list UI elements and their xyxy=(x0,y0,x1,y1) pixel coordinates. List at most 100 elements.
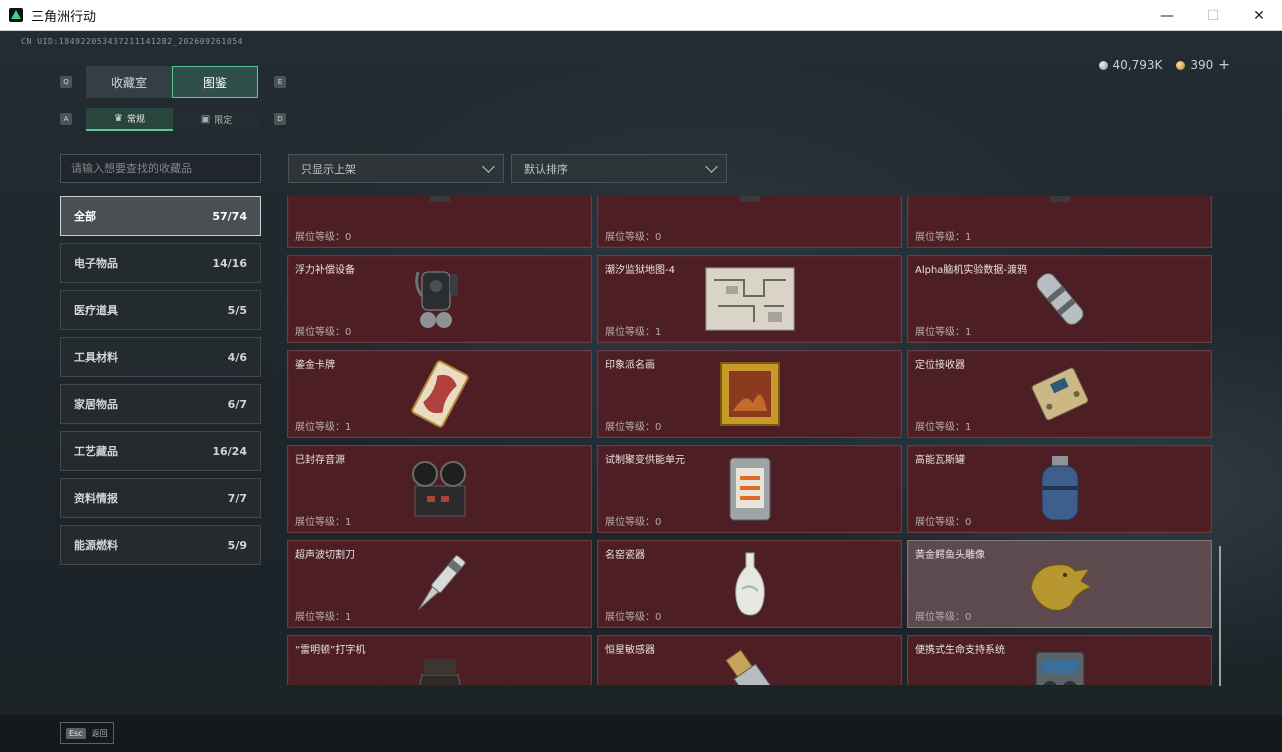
collection-card[interactable]: 定位接收器 展位等级：1 xyxy=(907,350,1212,438)
card-item-name: Alpha脑机实验数据-渡鸦 xyxy=(915,265,1028,276)
add-currency-button[interactable]: + xyxy=(1218,57,1230,73)
partial-item-icon xyxy=(1014,196,1106,239)
category-list: 全部 57/74 电子物品 14/16 医疗道具 5/5 工具材料 4/6 家居物品 6/7 工艺藏… xyxy=(60,196,261,572)
card-display-level: 展位等级：0 xyxy=(605,517,662,528)
silver-currency: 40,793K xyxy=(1098,58,1162,72)
maximize-button[interactable]: ☐ xyxy=(1190,0,1236,31)
collection-card[interactable]: 试制聚变供能单元 展位等级：0 xyxy=(597,445,902,533)
category-item[interactable]: 家居物品 6/7 xyxy=(60,384,261,424)
card-display-level: 展位等级：0 xyxy=(915,612,972,623)
category-item[interactable]: 电子物品 14/16 xyxy=(60,243,261,283)
card-item-name: 潮汐监狱地图-4 xyxy=(605,265,675,276)
category-label: 全部 xyxy=(74,210,96,223)
card-item-name: 名窑瓷器 xyxy=(605,550,645,561)
collection-card[interactable]: 超声波切割刀 展位等级：1 xyxy=(287,540,592,628)
card-item-name: 恒星敏感器 xyxy=(605,645,655,656)
card-display-level: 展位等级：1 xyxy=(295,422,352,433)
category-item[interactable]: 工艺藏品 16/24 xyxy=(60,431,261,471)
reel-projector-icon xyxy=(394,454,486,524)
subtab-normal[interactable]: ♛ 常规 xyxy=(86,108,173,131)
category-label: 家居物品 xyxy=(74,398,118,411)
card-display-level: 展位等级：0 xyxy=(915,517,972,528)
collection-card[interactable]: 展位等级：0 xyxy=(597,196,902,248)
card-item-name: 黄金鳄鱼头雕像 xyxy=(915,550,985,561)
collection-grid-viewport: 展位等级：0 展位等级：0 展位等级：1 浮力补偿设备 展位等级：0 潮汐监狱地图-4 展位… xyxy=(287,196,1215,685)
grid-scrollbar[interactable] xyxy=(1219,546,1221,686)
tab-collection-room[interactable]: 收藏室 xyxy=(86,66,172,98)
card-item-name: “雷明顿”打字机 xyxy=(295,645,366,656)
collection-card[interactable]: 潮汐监狱地图-4 展位等级：1 xyxy=(597,255,902,343)
category-item[interactable]: 医疗道具 5/5 xyxy=(60,290,261,330)
category-label: 工艺藏品 xyxy=(74,445,118,458)
collection-card[interactable]: 高能瓦斯罐 展位等级：0 xyxy=(907,445,1212,533)
category-label: 电子物品 xyxy=(74,257,118,270)
collection-card[interactable]: 浮力补偿设备 展位等级：0 xyxy=(287,255,592,343)
card-item-name: 已封存音源 xyxy=(295,455,345,466)
collection-card[interactable]: 黄金鳄鱼头雕像 展位等级：0 xyxy=(907,540,1212,628)
collection-card[interactable]: 名窑瓷器 展位等级：0 xyxy=(597,540,902,628)
card-item-name: 鎏金卡牌 xyxy=(295,360,335,371)
partial-item-icon xyxy=(704,196,796,239)
key-e-hint: E xyxy=(274,76,286,88)
collection-card[interactable]: 鎏金卡牌展位等级：1 xyxy=(287,350,592,438)
back-button[interactable]: Esc 返回 xyxy=(60,722,114,744)
category-item[interactable]: 资料情报 7/7 xyxy=(60,478,261,518)
collection-card[interactable]: 恒星敏感器展位等级：0 xyxy=(597,635,902,685)
app-logo-icon xyxy=(9,8,23,22)
card-item-name: 便携式生命支持系统 xyxy=(915,645,1005,656)
esc-key-hint: Esc xyxy=(66,727,86,739)
data-canister-icon xyxy=(1014,264,1106,334)
footer-bar: Esc 返回 xyxy=(0,715,1282,752)
category-count: 6/7 xyxy=(227,397,247,411)
currency-bar: 40,793K 390 + xyxy=(1098,57,1230,73)
collection-grid: 展位等级：0 展位等级：0 展位等级：1 浮力补偿设备 展位等级：0 潮汐监狱地图-4 展位… xyxy=(287,196,1212,685)
collection-card[interactable]: 展位等级：1 xyxy=(907,196,1212,248)
card-display-level: 展位等级：0 xyxy=(295,327,352,338)
buoyancy-device-icon xyxy=(394,264,486,334)
collection-card[interactable]: 印象派名画 展位等级：0 xyxy=(597,350,902,438)
gas-tank-icon xyxy=(1014,454,1106,524)
chevron-down-icon xyxy=(705,159,718,173)
category-count: 5/5 xyxy=(227,303,247,317)
life-support-icon xyxy=(1014,644,1106,685)
receiver-icon xyxy=(1014,359,1106,429)
collection-card[interactable]: “雷明顿”打字机展位等级：0 xyxy=(287,635,592,685)
card-display-level: 展位等级：0 xyxy=(295,232,352,243)
category-item[interactable]: 能源燃料 5/9 xyxy=(60,525,261,565)
collection-card[interactable]: 已封存音源 展位等级：1 xyxy=(287,445,592,533)
shelf-filter-dropdown[interactable]: 只显示上架 xyxy=(288,154,504,183)
star-sensor-icon xyxy=(704,644,796,685)
category-label: 能源燃料 xyxy=(74,539,118,552)
collection-card[interactable]: 展位等级：0 xyxy=(287,196,592,248)
card-item-name: 超声波切割刀 xyxy=(295,550,355,561)
game-viewport: CN UID:1849220534372111412B2_20260926105… xyxy=(0,31,1282,752)
category-count: 14/16 xyxy=(212,256,247,270)
category-count: 7/7 xyxy=(227,491,247,505)
category-item[interactable]: 全部 57/74 xyxy=(60,196,261,236)
card-item-name: 试制聚变供能单元 xyxy=(605,455,685,466)
bottle-icon: ♛ xyxy=(114,113,123,124)
sort-label: 默认排序 xyxy=(524,162,568,176)
window-title-bar: 三角洲行动 — ☐ ✕ xyxy=(0,0,1282,31)
card-display-level: 展位等级：1 xyxy=(605,327,662,338)
map-icon xyxy=(704,264,796,334)
back-label: 返回 xyxy=(91,728,108,738)
gold-crocodile-icon xyxy=(1014,549,1106,619)
card-item-name: 印象派名画 xyxy=(605,360,655,371)
card-item-name: 定位接收器 xyxy=(915,360,965,371)
close-button[interactable]: ✕ xyxy=(1236,0,1282,31)
category-label: 资料情报 xyxy=(74,492,118,505)
gold-currency: 390 + xyxy=(1176,57,1230,73)
key-a-hint: A xyxy=(60,113,72,125)
collection-card[interactable]: 便携式生命支持系统展位等级：0 xyxy=(907,635,1212,685)
minimize-button[interactable]: — xyxy=(1144,0,1190,31)
subtab-limited[interactable]: ▣ 限定 xyxy=(173,108,260,131)
category-item[interactable]: 工具材料 4/6 xyxy=(60,337,261,377)
key-q-hint: Q xyxy=(60,76,72,88)
tab-catalog[interactable]: 图鉴 xyxy=(172,66,258,98)
collection-card[interactable]: Alpha脑机实验数据-渡鸦 展位等级：1 xyxy=(907,255,1212,343)
sort-dropdown[interactable]: 默认排序 xyxy=(511,154,727,183)
painting-icon xyxy=(704,359,796,429)
search-input[interactable] xyxy=(60,154,261,183)
category-count: 57/74 xyxy=(212,209,247,223)
